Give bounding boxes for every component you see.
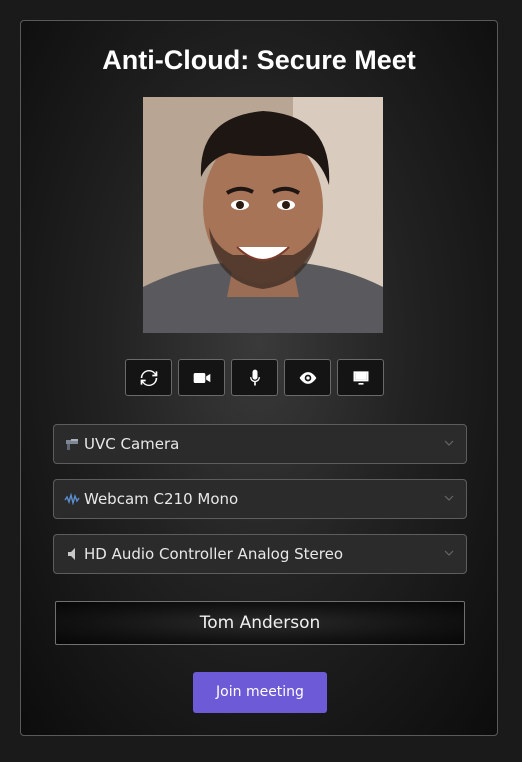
camera-select-value: UVC Camera	[84, 435, 180, 453]
video-camera-icon	[193, 372, 210, 383]
chevron-down-icon	[444, 550, 454, 556]
media-controls	[125, 359, 384, 396]
meeting-panel: Anti-Cloud: Secure Meet UVC Camera Webca…	[20, 20, 498, 736]
microphone-select-value: Webcam C210 Mono	[84, 490, 239, 508]
monitor-icon	[353, 370, 368, 385]
microphone-icon	[249, 369, 260, 385]
refresh-button[interactable]	[125, 359, 172, 396]
camera-select[interactable]: UVC Camera	[53, 424, 467, 464]
microphone-toggle-button[interactable]	[231, 359, 278, 396]
visibility-toggle-button[interactable]	[284, 359, 331, 396]
eye-icon	[299, 371, 316, 384]
camera-toggle-button[interactable]	[178, 359, 225, 396]
chevron-down-icon	[444, 440, 454, 446]
speaker-select[interactable]: HD Audio Controller Analog Stereo	[53, 534, 467, 574]
camera-preview	[143, 97, 383, 333]
join-meeting-button[interactable]: Join meeting	[193, 672, 327, 713]
camera-icon	[64, 436, 80, 452]
refresh-icon	[140, 369, 157, 386]
display-name-input[interactable]: Tom Anderson	[55, 601, 465, 645]
chevron-down-icon	[444, 495, 454, 501]
page-title: Anti-Cloud: Secure Meet	[102, 45, 416, 75]
speaker-select-value: HD Audio Controller Analog Stereo	[84, 545, 344, 563]
speaker-icon	[64, 546, 80, 562]
audio-wave-icon	[64, 491, 80, 507]
screen-share-button[interactable]	[337, 359, 384, 396]
microphone-select[interactable]: Webcam C210 Mono	[53, 479, 467, 519]
person-portrait-image	[143, 97, 383, 333]
